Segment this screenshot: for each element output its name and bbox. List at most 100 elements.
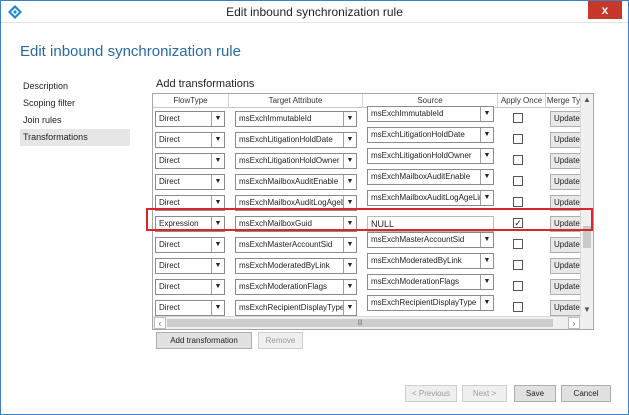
flowtype-dropdown[interactable]: Direct ▼ bbox=[155, 279, 225, 295]
chevron-down-icon[interactable]: ▼ bbox=[480, 128, 493, 142]
chevron-down-icon[interactable]: ▼ bbox=[343, 154, 356, 168]
arrow-left-icon[interactable]: ‹ bbox=[154, 317, 166, 329]
horizontal-scrollbar[interactable]: ‹ ||| › bbox=[153, 316, 581, 329]
merge-type-dropdown[interactable]: Update bbox=[550, 237, 581, 253]
flowtype-dropdown[interactable]: Direct ▼ bbox=[155, 237, 225, 253]
source-dropdown[interactable]: msExchRecipientDisplayType ▼ bbox=[367, 295, 494, 311]
flowtype-dropdown[interactable]: Direct ▼ bbox=[155, 300, 225, 316]
merge-type-dropdown[interactable]: Update bbox=[550, 132, 581, 148]
nav-item-join-rules[interactable]: Join rules bbox=[20, 112, 130, 129]
chevron-down-icon[interactable]: ▼ bbox=[343, 259, 356, 273]
target-attribute-dropdown[interactable]: msExchLitigationHoldOwner ▼ bbox=[235, 153, 357, 169]
chevron-down-icon[interactable]: ▼ bbox=[343, 112, 356, 126]
chevron-down-icon[interactable]: ▼ bbox=[480, 296, 493, 310]
target-attribute-dropdown[interactable]: msExchRecipientDisplayType ▼ bbox=[235, 300, 357, 316]
chevron-down-icon[interactable]: ▼ bbox=[211, 238, 224, 252]
target-attribute-dropdown[interactable]: msExchLitigationHoldDate ▼ bbox=[235, 132, 357, 148]
flowtype-dropdown[interactable]: Direct ▼ bbox=[155, 132, 225, 148]
chevron-down-icon[interactable]: ▼ bbox=[211, 196, 224, 210]
nav-item-transformations[interactable]: Transformations bbox=[20, 129, 130, 146]
target-attribute-dropdown[interactable]: msExchImmutableId ▼ bbox=[235, 111, 357, 127]
next-button[interactable]: Next > bbox=[462, 385, 507, 402]
chevron-down-icon[interactable]: ▼ bbox=[343, 280, 356, 294]
merge-type-dropdown[interactable]: Update bbox=[550, 174, 581, 190]
chevron-down-icon[interactable]: ▼ bbox=[343, 238, 356, 252]
chevron-down-icon[interactable]: ▼ bbox=[480, 275, 493, 289]
chevron-down-icon[interactable]: ▼ bbox=[480, 149, 493, 163]
chevron-down-icon[interactable]: ▼ bbox=[211, 259, 224, 273]
flowtype-dropdown[interactable]: Direct ▼ bbox=[155, 174, 225, 190]
previous-button[interactable]: < Previous bbox=[405, 385, 457, 402]
source-expression-input[interactable]: NULL bbox=[367, 216, 494, 232]
nav-item-description[interactable]: Description bbox=[20, 78, 130, 95]
chevron-down-icon[interactable]: ▼ bbox=[480, 191, 493, 205]
chevron-down-icon[interactable]: ▼ bbox=[343, 217, 356, 231]
cancel-button[interactable]: Cancel bbox=[561, 385, 611, 402]
column-header-apply-once[interactable]: Apply Once bbox=[498, 94, 546, 108]
flowtype-dropdown[interactable]: Direct ▼ bbox=[155, 111, 225, 127]
merge-type-dropdown[interactable]: Update bbox=[550, 153, 581, 169]
merge-type-dropdown[interactable]: Update bbox=[550, 195, 581, 211]
flowtype-dropdown[interactable]: Expression ▼ bbox=[155, 216, 225, 232]
chevron-down-icon[interactable]: ▼ bbox=[211, 154, 224, 168]
chevron-down-icon[interactable]: ▼ bbox=[480, 170, 493, 184]
flowtype-dropdown[interactable]: Direct ▼ bbox=[155, 195, 225, 211]
apply-once-checkbox[interactable] bbox=[513, 302, 523, 312]
chevron-down-icon[interactable]: ▼ bbox=[211, 112, 224, 126]
nav-item-scoping-filter[interactable]: Scoping filter bbox=[20, 95, 130, 112]
column-header-merge-type[interactable]: Merge Ty bbox=[546, 94, 581, 108]
apply-once-checkbox[interactable] bbox=[513, 155, 523, 165]
chevron-down-icon[interactable]: ▼ bbox=[480, 107, 493, 121]
apply-once-checkbox[interactable] bbox=[513, 260, 523, 270]
arrow-up-icon[interactable]: ▲ bbox=[581, 94, 593, 106]
add-transformation-button[interactable]: Add transformation bbox=[156, 332, 252, 349]
source-dropdown[interactable]: msExchModeratedByLink ▼ bbox=[367, 253, 494, 269]
arrow-down-icon[interactable]: ▼ bbox=[581, 304, 593, 316]
target-attribute-dropdown[interactable]: msExchMailboxGuid ▼ bbox=[235, 216, 357, 232]
merge-type-dropdown[interactable]: Update bbox=[550, 300, 581, 316]
merge-type-dropdown[interactable]: Update bbox=[550, 216, 581, 232]
merge-type-dropdown[interactable]: Update bbox=[550, 279, 581, 295]
chevron-down-icon[interactable]: ▼ bbox=[480, 233, 493, 247]
apply-once-checkbox[interactable] bbox=[513, 176, 523, 186]
apply-once-checkbox[interactable] bbox=[513, 113, 523, 123]
chevron-down-icon[interactable]: ▼ bbox=[480, 254, 493, 268]
chevron-down-icon[interactable]: ▼ bbox=[211, 175, 224, 189]
remove-button[interactable]: Remove bbox=[258, 332, 303, 349]
flowtype-dropdown[interactable]: Direct ▼ bbox=[155, 258, 225, 274]
chevron-down-icon[interactable]: ▼ bbox=[211, 301, 224, 315]
flowtype-dropdown[interactable]: Direct ▼ bbox=[155, 153, 225, 169]
chevron-down-icon[interactable]: ▼ bbox=[343, 175, 356, 189]
horizontal-scroll-thumb[interactable]: ||| bbox=[167, 319, 553, 327]
close-button[interactable]: x bbox=[588, 1, 622, 19]
source-dropdown[interactable]: msExchMailboxAuditLogAgeLimit ▼ bbox=[367, 190, 494, 206]
source-dropdown[interactable]: msExchMailboxAuditEnable ▼ bbox=[367, 169, 494, 185]
target-attribute-dropdown[interactable]: msExchMailboxAuditEnable ▼ bbox=[235, 174, 357, 190]
merge-type-dropdown[interactable]: Update bbox=[550, 111, 581, 127]
arrow-right-icon[interactable]: › bbox=[568, 317, 580, 329]
chevron-down-icon[interactable]: ▼ bbox=[211, 217, 224, 231]
target-attribute-dropdown[interactable]: msExchMasterAccountSid ▼ bbox=[235, 237, 357, 253]
apply-once-checkbox[interactable] bbox=[513, 197, 523, 207]
apply-once-checkbox[interactable] bbox=[513, 239, 523, 249]
target-attribute-dropdown[interactable]: msExchModeratedByLink ▼ bbox=[235, 258, 357, 274]
chevron-down-icon[interactable]: ▼ bbox=[211, 280, 224, 294]
column-header-target-attribute[interactable]: Target Attribute bbox=[229, 94, 363, 108]
column-header-flowtype[interactable]: FlowType bbox=[153, 94, 229, 108]
source-dropdown[interactable]: msExchLitigationHoldDate ▼ bbox=[367, 127, 494, 143]
table-row[interactable]: Direct ▼ msExchMailboxAuditLogAgeLimit ▼ msE… bbox=[153, 190, 581, 214]
chevron-down-icon[interactable]: ▼ bbox=[343, 133, 356, 147]
apply-once-checkbox[interactable] bbox=[513, 134, 523, 144]
apply-once-checkbox[interactable] bbox=[513, 281, 523, 291]
source-dropdown[interactable]: msExchModerationFlags ▼ bbox=[367, 274, 494, 290]
source-dropdown[interactable]: msExchMasterAccountSid ▼ bbox=[367, 232, 494, 248]
vertical-scroll-thumb[interactable] bbox=[583, 226, 591, 248]
merge-type-dropdown[interactable]: Update bbox=[550, 258, 581, 274]
save-button[interactable]: Save bbox=[514, 385, 556, 402]
apply-once-checkbox[interactable]: ✓ bbox=[513, 218, 523, 228]
chevron-down-icon[interactable]: ▼ bbox=[343, 301, 356, 315]
target-attribute-dropdown[interactable]: msExchModerationFlags ▼ bbox=[235, 279, 357, 295]
source-dropdown[interactable]: msExchLitigationHoldOwner ▼ bbox=[367, 148, 494, 164]
chevron-down-icon[interactable]: ▼ bbox=[343, 196, 356, 210]
chevron-down-icon[interactable]: ▼ bbox=[211, 133, 224, 147]
